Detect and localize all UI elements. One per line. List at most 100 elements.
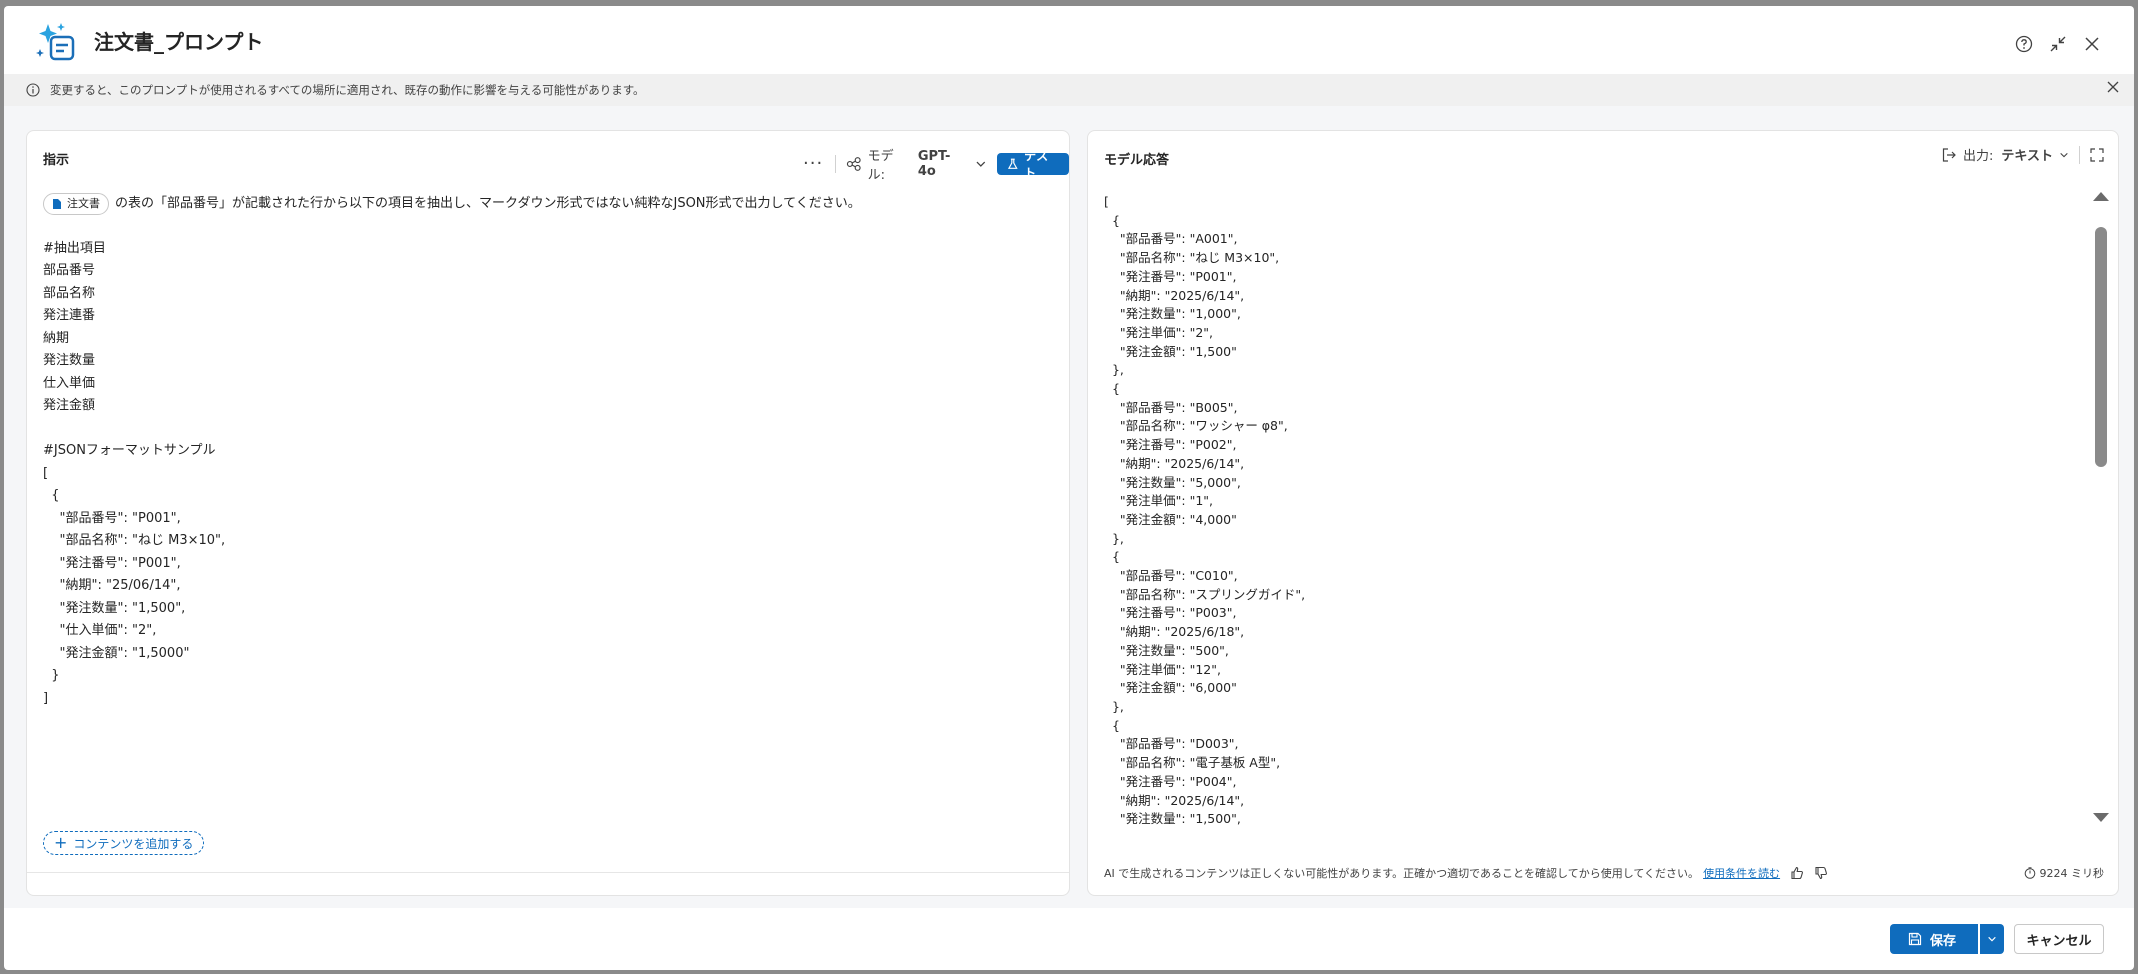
ai-disclaimer: AI で生成されるコンテンツは正しくない可能性があります。正確かつ適切であること… [1104, 865, 1828, 881]
close-dialog-button[interactable] [2078, 30, 2106, 58]
panel-divider [27, 872, 1069, 873]
instruction-line: 部品名称 [43, 285, 96, 301]
document-chip[interactable]: 注文書 [43, 193, 109, 216]
instruction-line: "仕入単価": "2", [43, 623, 157, 638]
flask-icon [1007, 158, 1018, 169]
scroll-down-icon[interactable] [2092, 811, 2110, 825]
instruction-line: { [43, 488, 60, 503]
help-button[interactable] [2010, 30, 2038, 58]
instruction-line: "納期": "25/06/14", [43, 578, 181, 593]
response-line: "発注単価": "12", [1104, 661, 1221, 677]
instruction-line: "部品番号": "P001", [43, 510, 181, 526]
instructions-title: 指示 [43, 153, 70, 168]
save-dropdown-button[interactable] [1980, 924, 2004, 954]
chevron-down-icon[interactable] [975, 158, 987, 170]
instruction-line: } [43, 668, 60, 683]
model-selector[interactable]: GPT-4o [918, 149, 967, 179]
response-line: [ [1104, 194, 1109, 209]
instruction-line [43, 418, 1053, 441]
instructions-editor[interactable]: 注文書 の表の「部品番号」が記載された行から以下の項目を抽出し、マークダウン形式… [43, 193, 1053, 710]
response-line: "発注数量": "5,000", [1104, 474, 1241, 490]
dialog-title: 注文書_プロンプト [94, 30, 264, 54]
response-line: }, [1104, 530, 1124, 546]
scroll-up-icon[interactable] [2092, 189, 2110, 203]
response-line: "部品名称": "スプリングガイド", [1104, 586, 1306, 602]
response-line: "納期": "2025/6/14", [1104, 287, 1245, 303]
disclaimer-text: AI で生成されるコンテンツは正しくない可能性があります。正確かつ適切であること… [1104, 867, 1700, 880]
scroll-thumb[interactable] [2095, 227, 2107, 467]
toolbar-separator [2079, 145, 2080, 164]
response-line: "部品番号": "D003", [1104, 736, 1239, 752]
response-line: "発注数量": "500", [1104, 642, 1229, 658]
response-line: "部品番号": "B005", [1104, 399, 1238, 415]
instruction-line: "部品名称": "ねじ M3×10", [43, 533, 226, 548]
instruction-line: #抽出項目 [43, 240, 106, 256]
dialog-header: 注文書_プロンプト [4, 6, 2134, 72]
collapse-icon [2050, 36, 2066, 52]
response-line: { [1104, 381, 1120, 397]
warning-banner: 変更すると、このプロンプトが使用されるすべての場所に適用され、既存の動作に影響を… [4, 74, 2134, 106]
prompt-dialog: 注文書_プロンプト 変更すると、このプロンプトが使用されるすべての場所に適用され… [4, 6, 2134, 970]
response-timing: 9224 ミリ秒 [2024, 865, 2105, 881]
output-label: 出力: [1962, 149, 1994, 164]
instruction-text: の表の「部品番号」が記載された行から以下の項目を抽出し、マークダウン形式ではない… [115, 196, 861, 211]
expand-icon[interactable] [2090, 147, 2104, 162]
chevron-down-icon[interactable] [2059, 150, 2069, 160]
instructions-toolbar: ··· モデル: GPT-4o テスト [803, 145, 1069, 183]
thumbs-down-icon [1815, 866, 1828, 880]
response-line: }, [1104, 698, 1124, 714]
cancel-button[interactable]: キャンセル [2014, 924, 2104, 954]
plus-icon: + [54, 833, 68, 852]
instruction-line: ] [43, 690, 49, 706]
response-line: "納期": "2025/6/18", [1104, 624, 1245, 640]
test-button-label: テスト [1024, 149, 1049, 180]
output-format-selector[interactable]: テキスト [2001, 145, 2053, 164]
instruction-line: 仕入単価 [43, 375, 96, 391]
response-line: "部品名称": "ねじ M3×10", [1104, 250, 1280, 266]
response-toolbar: 出力: テキスト [1941, 145, 2104, 164]
instruction-line: "発注数量": "1,500", [43, 600, 186, 616]
response-line: { [1104, 212, 1120, 228]
response-title: モデル応答 [1104, 153, 1170, 168]
instruction-line: "発注番号": "P001", [43, 555, 181, 571]
instruction-first-line: 注文書 の表の「部品番号」が記載された行から以下の項目を抽出し、マークダウン形式… [43, 193, 1053, 216]
document-icon [53, 199, 61, 210]
instruction-line: "発注金額": "1,5000" [43, 645, 190, 661]
instruction-line: 発注金額 [43, 398, 96, 413]
test-button[interactable]: テスト [996, 149, 1069, 180]
timing-text: 9224 ミリ秒 [2039, 867, 2105, 880]
save-label: 保存 [1930, 933, 1957, 949]
response-line: "部品番号": "A001", [1104, 231, 1238, 247]
help-icon [2015, 35, 2033, 53]
instruction-line: 納期 [43, 330, 70, 346]
response-line: "発注金額": "4,000" [1104, 511, 1237, 527]
chevron-down-icon [1988, 936, 1996, 942]
response-line: "発注数量": "1,500", [1104, 811, 1241, 827]
save-button-group: 保存 [1890, 924, 2004, 954]
add-content-button[interactable]: + コンテンツを追加する [43, 831, 205, 855]
thumbs-down-button[interactable] [1814, 866, 1828, 880]
response-line: "納期": "2025/6/14", [1104, 792, 1245, 808]
response-line: "部品番号": "C010", [1104, 568, 1238, 584]
close-icon [2085, 37, 2099, 51]
response-line: "発注数量": "1,000", [1104, 306, 1241, 322]
output-icon [1942, 147, 1956, 162]
response-scrollbar[interactable] [2090, 189, 2110, 829]
banner-close-icon[interactable] [2106, 80, 2120, 94]
response-line: "発注金額": "6,000" [1104, 680, 1237, 696]
model-label: モデル: [867, 149, 894, 183]
response-line: "発注番号": "P004", [1104, 773, 1237, 789]
instruction-line: 発注連番 [43, 308, 96, 323]
instructions-panel: 指示 ··· モデル: GPT-4o テスト 注文書 の表の「部品番号」が記載さ… [26, 130, 1070, 896]
response-line: { [1104, 549, 1120, 565]
more-options-button[interactable]: ··· [803, 155, 823, 173]
ai-prompt-icon [36, 23, 75, 61]
terms-link[interactable]: 使用条件を読む [1703, 865, 1780, 881]
save-button[interactable]: 保存 [1890, 924, 1978, 954]
timer-icon [2024, 867, 2035, 879]
collapse-button[interactable] [2044, 30, 2072, 58]
thumbs-up-button[interactable] [1790, 866, 1804, 880]
response-line: "発注単価": "1", [1104, 493, 1214, 509]
response-output: [ { "部品番号": "A001", "部品名称": "ねじ M3×10", … [1104, 193, 2064, 833]
response-line: "発注番号": "P003", [1104, 605, 1237, 621]
